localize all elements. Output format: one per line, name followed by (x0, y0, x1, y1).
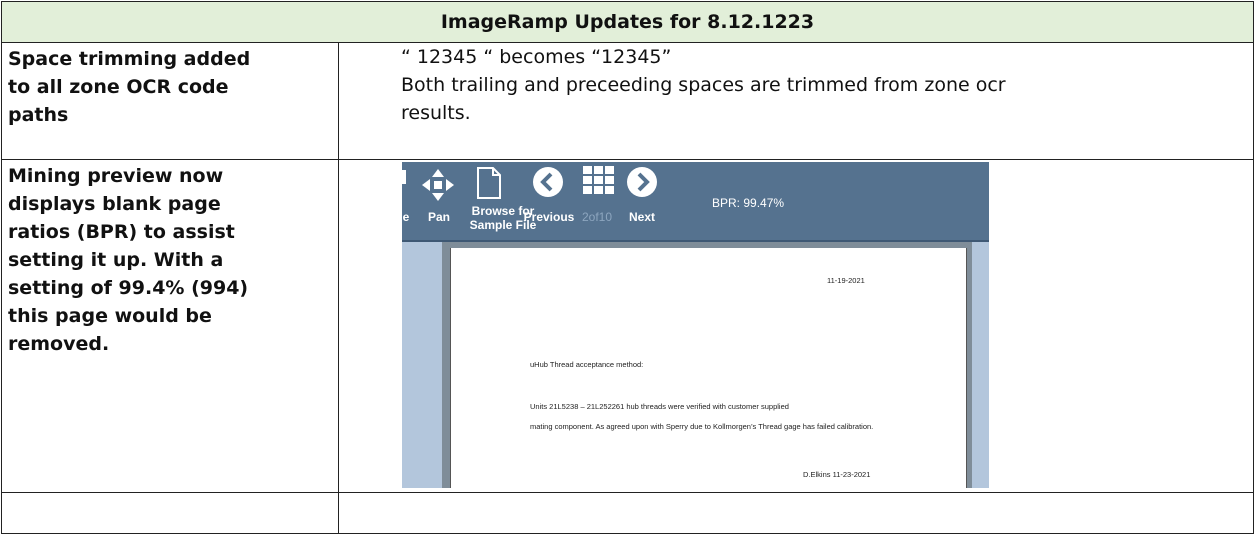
row-label: Space trimming added to all zone OCR cod… (1, 42, 339, 160)
description-line: results. (401, 102, 471, 124)
row-screenshot-cell: e Pan Browse for Sample File Previous 2o… (338, 159, 1254, 493)
row-label-line: displays blank page (8, 193, 221, 215)
table-row (1, 492, 1254, 534)
row-description: “ 12345 “ becomes “12345” Both trailing … (338, 42, 1254, 160)
page-counter: 2of10 (581, 210, 613, 224)
description-line: “ 12345 “ becomes “12345” (401, 46, 672, 68)
row-label-line: removed. (8, 333, 110, 355)
row-label-line: this page would be (8, 305, 212, 327)
row-label-line: setting of 99.4% (994) (8, 277, 249, 299)
page-date: 11-19-2021 (827, 276, 865, 285)
updates-table: ImageRamp Updates for 8.12.1223 Space tr… (1, 1, 1254, 534)
preview-toolbar: e Pan Browse for Sample File Previous 2o… (402, 162, 989, 242)
chevron-left-icon (533, 167, 563, 197)
table-row: Space trimming added to all zone OCR cod… (1, 42, 1254, 160)
pan-button-label[interactable]: Pan (424, 210, 454, 224)
bpr-readout: BPR: 99.47% (712, 196, 785, 210)
right-panel (972, 242, 989, 488)
empty-cell (338, 492, 1254, 534)
page-line: mating component. As agreed upon with Sp… (530, 422, 874, 431)
cut-label: e (402, 210, 410, 224)
row-label: Mining preview now displays blank page r… (1, 159, 339, 493)
table-row: Mining preview now displays blank page r… (1, 159, 1254, 493)
pan-icon (422, 169, 454, 201)
row-label-line: setting it up. With a (8, 249, 224, 271)
mining-preview-screenshot: e Pan Browse for Sample File Previous 2o… (402, 162, 989, 488)
description-line: Both trailing and preceeding spaces are … (401, 74, 1006, 96)
cut-icon (402, 170, 406, 184)
next-button-label[interactable]: Next (622, 210, 662, 224)
page-heading: uHub Thread acceptance method: (530, 360, 644, 369)
chevron-right-icon (627, 167, 657, 197)
previous-button-label[interactable]: Previous (520, 210, 578, 224)
empty-cell (1, 492, 339, 534)
row-label-line: Mining preview now (8, 165, 224, 187)
document-page: 11-19-2021 uHub Thread acceptance method… (450, 248, 967, 488)
row-label-line: ratios (BPR) to assist (8, 221, 235, 243)
page-signature: D.Elkins 11-23-2021 (803, 470, 871, 479)
row-label-line: paths (8, 104, 69, 126)
page-line: Units 21L5238 – 21L252261 hub threads we… (530, 402, 789, 411)
table-title: ImageRamp Updates for 8.12.1223 (1, 1, 1254, 43)
row-label-line: Space trimming added (8, 48, 251, 70)
document-icon (477, 167, 501, 199)
grid-icon (583, 166, 614, 194)
row-label-line: to all zone OCR code (8, 76, 229, 98)
left-panel (402, 242, 442, 488)
